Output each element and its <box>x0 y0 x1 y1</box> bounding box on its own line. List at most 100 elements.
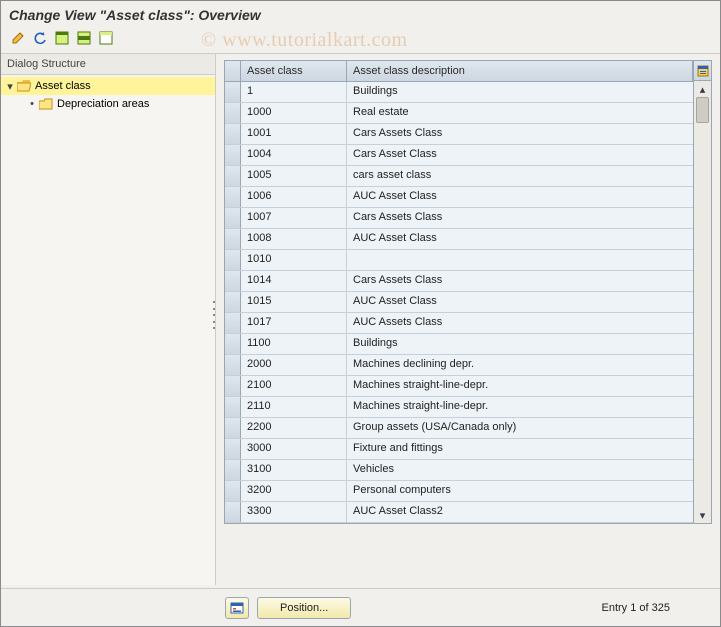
cell-description[interactable]: Fixture and fittings <box>347 439 693 459</box>
cell-description[interactable]: AUC Asset Class2 <box>347 502 693 522</box>
table-row[interactable]: 1017AUC Assets Class <box>225 313 693 334</box>
deselect-all-button[interactable] <box>97 29 115 47</box>
cell-asset-class[interactable]: 1007 <box>241 208 347 228</box>
cell-description[interactable]: Machines straight-line-depr. <box>347 376 693 396</box>
row-selector[interactable] <box>225 166 241 186</box>
cell-description[interactable]: Personal computers <box>347 481 693 501</box>
row-selector[interactable] <box>225 103 241 123</box>
row-selector[interactable] <box>225 124 241 144</box>
table-row[interactable]: 1014Cars Assets Class <box>225 271 693 292</box>
row-selector[interactable] <box>225 145 241 165</box>
column-header-asset-class[interactable]: Asset class <box>241 61 347 81</box>
table-row[interactable]: 3300AUC Asset Class2 <box>225 502 693 523</box>
cell-asset-class[interactable]: 2000 <box>241 355 347 375</box>
table-row[interactable]: 3000Fixture and fittings <box>225 439 693 460</box>
table-row[interactable]: 1006AUC Asset Class <box>225 187 693 208</box>
row-selector[interactable] <box>225 439 241 459</box>
cell-asset-class[interactable]: 3000 <box>241 439 347 459</box>
row-selector[interactable] <box>225 376 241 396</box>
scroll-track[interactable] <box>694 97 711 507</box>
tree-node-depreciation-areas[interactable]: • Depreciation areas <box>1 95 215 113</box>
tree-node-asset-class[interactable]: ▾ Asset class <box>1 77 215 95</box>
cell-description[interactable]: Buildings <box>347 334 693 354</box>
table-row[interactable]: 1000Real estate <box>225 103 693 124</box>
cell-description[interactable]: AUC Asset Class <box>347 292 693 312</box>
row-selector[interactable] <box>225 208 241 228</box>
cell-description[interactable]: AUC Assets Class <box>347 313 693 333</box>
table-row[interactable]: 1100Buildings <box>225 334 693 355</box>
scroll-up-button[interactable]: ▴ <box>694 81 711 97</box>
column-header-description[interactable]: Asset class description <box>347 61 693 81</box>
toggle-change-button[interactable] <box>9 29 27 47</box>
row-selector[interactable] <box>225 250 241 270</box>
cell-description[interactable]: Cars Asset Class <box>347 145 693 165</box>
select-block-button[interactable] <box>75 29 93 47</box>
cell-asset-class[interactable]: 1100 <box>241 334 347 354</box>
table-row[interactable]: 1Buildings <box>225 82 693 103</box>
row-selector[interactable] <box>225 355 241 375</box>
table-row[interactable]: 3100Vehicles <box>225 460 693 481</box>
row-selector-header[interactable] <box>225 61 241 81</box>
cell-description[interactable]: AUC Asset Class <box>347 229 693 249</box>
table-row[interactable]: 2200Group assets (USA/Canada only) <box>225 418 693 439</box>
table-row[interactable]: 1010 <box>225 250 693 271</box>
cell-asset-class[interactable]: 3200 <box>241 481 347 501</box>
table-settings-button[interactable] <box>694 61 711 81</box>
cell-asset-class[interactable]: 2200 <box>241 418 347 438</box>
cell-description[interactable]: Buildings <box>347 82 693 102</box>
select-all-button[interactable] <box>53 29 71 47</box>
scroll-thumb[interactable] <box>696 97 709 123</box>
cell-asset-class[interactable]: 2100 <box>241 376 347 396</box>
row-selector[interactable] <box>225 334 241 354</box>
position-button[interactable]: Position... <box>257 597 351 619</box>
cell-asset-class[interactable]: 1005 <box>241 166 347 186</box>
row-selector[interactable] <box>225 229 241 249</box>
table-row[interactable]: 2000Machines declining depr. <box>225 355 693 376</box>
cell-asset-class[interactable]: 3100 <box>241 460 347 480</box>
cell-description[interactable]: Cars Assets Class <box>347 124 693 144</box>
cell-asset-class[interactable]: 1008 <box>241 229 347 249</box>
row-selector[interactable] <box>225 82 241 102</box>
cell-asset-class[interactable]: 1001 <box>241 124 347 144</box>
row-selector[interactable] <box>225 481 241 501</box>
cell-asset-class[interactable]: 1006 <box>241 187 347 207</box>
table-row[interactable]: 1007Cars Assets Class <box>225 208 693 229</box>
cell-asset-class[interactable]: 1000 <box>241 103 347 123</box>
table-row[interactable]: 1005cars asset class <box>225 166 693 187</box>
expand-toggle-icon[interactable]: ▾ <box>5 80 15 93</box>
vertical-scrollbar[interactable]: ▴ ▾ <box>693 61 711 523</box>
table-row[interactable]: 1004Cars Asset Class <box>225 145 693 166</box>
scroll-down-button[interactable]: ▾ <box>694 507 711 523</box>
row-selector[interactable] <box>225 271 241 291</box>
row-selector[interactable] <box>225 397 241 417</box>
cell-asset-class[interactable]: 2110 <box>241 397 347 417</box>
cell-asset-class[interactable]: 1010 <box>241 250 347 270</box>
row-selector[interactable] <box>225 502 241 522</box>
cell-description[interactable]: Machines straight-line-depr. <box>347 397 693 417</box>
cell-description[interactable]: cars asset class <box>347 166 693 186</box>
cell-description[interactable] <box>347 250 693 270</box>
cell-description[interactable]: Cars Assets Class <box>347 208 693 228</box>
cell-description[interactable]: Vehicles <box>347 460 693 480</box>
cell-asset-class[interactable]: 1017 <box>241 313 347 333</box>
cell-description[interactable]: Machines declining depr. <box>347 355 693 375</box>
cell-description[interactable]: Cars Assets Class <box>347 271 693 291</box>
cell-description[interactable]: Real estate <box>347 103 693 123</box>
undo-button[interactable] <box>31 29 49 47</box>
row-selector[interactable] <box>225 460 241 480</box>
cell-description[interactable]: AUC Asset Class <box>347 187 693 207</box>
table-row[interactable]: 1008AUC Asset Class <box>225 229 693 250</box>
row-selector[interactable] <box>225 187 241 207</box>
position-icon-button[interactable] <box>225 597 249 619</box>
row-selector[interactable] <box>225 292 241 312</box>
row-selector[interactable] <box>225 313 241 333</box>
table-row[interactable]: 1001Cars Assets Class <box>225 124 693 145</box>
cell-asset-class[interactable]: 3300 <box>241 502 347 522</box>
cell-asset-class[interactable]: 1014 <box>241 271 347 291</box>
table-row[interactable]: 3200Personal computers <box>225 481 693 502</box>
row-selector[interactable] <box>225 418 241 438</box>
table-row[interactable]: 1015AUC Asset Class <box>225 292 693 313</box>
cell-asset-class[interactable]: 1 <box>241 82 347 102</box>
cell-description[interactable]: Group assets (USA/Canada only) <box>347 418 693 438</box>
cell-asset-class[interactable]: 1004 <box>241 145 347 165</box>
